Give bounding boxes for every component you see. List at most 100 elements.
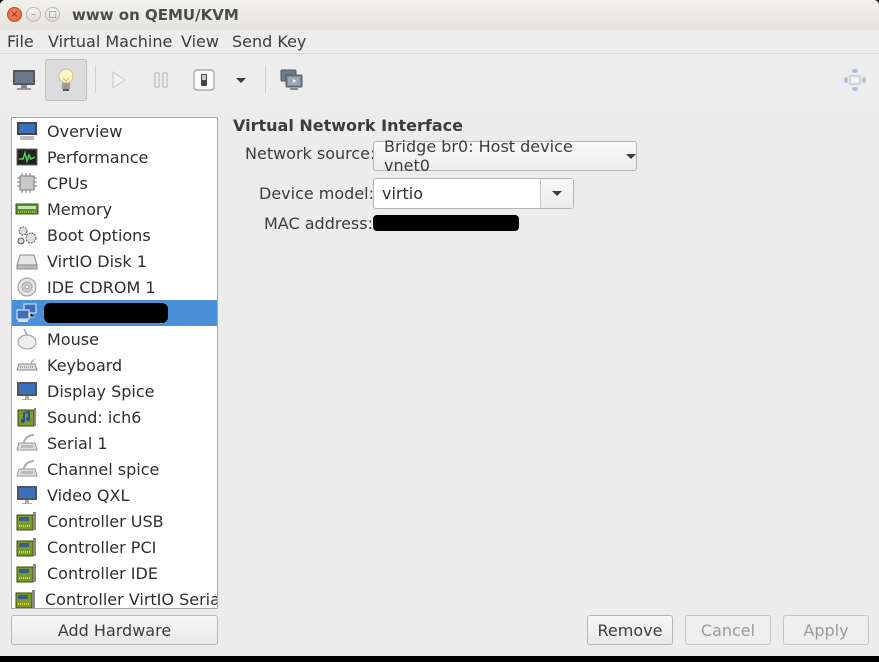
chevron-down-icon [552, 191, 562, 196]
close-icon: × [10, 9, 19, 20]
remove-button[interactable]: Remove [587, 615, 673, 645]
hardware-item-label: Controller VirtIO Serial [45, 589, 218, 609]
cancel-button[interactable]: Cancel [685, 615, 771, 645]
hardware-item-label: Serial 1 [47, 433, 108, 453]
maximize-window-button[interactable]: □ [45, 7, 60, 22]
hardware-item-memory[interactable]: Memory [12, 196, 217, 222]
hardware-item-label: Performance [47, 147, 149, 167]
hardware-item-label: Display Spice [47, 381, 155, 401]
title-bar: × – □ www on QEMU/KVM [0, 0, 879, 30]
hardware-item-label: Mouse [47, 329, 99, 349]
controller-card-icon [15, 590, 35, 608]
hardware-item-label: Controller IDE [47, 563, 158, 583]
snapshots-icon [280, 69, 303, 90]
hardware-item-controller-usb[interactable]: Controller USB [12, 508, 217, 534]
vm-details-window: × – □ www on QEMU/KVM File Virtual Machi… [0, 0, 879, 656]
chevron-down-icon [626, 153, 636, 159]
chevron-down-icon [236, 77, 246, 83]
toolbar-separator [95, 65, 96, 93]
snapshots-button[interactable] [271, 59, 313, 101]
device-model-label: Device model: [259, 184, 375, 203]
hardware-item-controller-virtio-serial[interactable]: Controller VirtIO Serial [12, 586, 218, 609]
performance-graph-icon [16, 148, 38, 166]
device-model-dropdown-button[interactable] [540, 179, 573, 208]
resize-arrows-icon [844, 69, 866, 91]
network-source-label: Network source: [245, 144, 376, 163]
hardware-item-controller-pci[interactable]: Controller PCI [12, 534, 217, 560]
add-hardware-button[interactable]: Add Hardware [11, 615, 218, 645]
close-window-button[interactable]: × [7, 7, 22, 22]
hardware-item-label: VirtIO Disk 1 [47, 251, 147, 271]
hardware-item-sound[interactable]: Sound: ich6 [12, 404, 217, 430]
hardware-item-keyboard[interactable]: Keyboard [12, 352, 217, 378]
pause-button[interactable] [140, 59, 182, 101]
hardware-item-label: Memory [47, 199, 113, 219]
details-view-button[interactable] [45, 59, 87, 101]
hardware-item-channel-spice[interactable]: Channel spice [12, 456, 217, 482]
hardware-item-nic-selected[interactable] [12, 300, 217, 326]
menu-view[interactable]: View [181, 32, 219, 51]
device-model-input[interactable]: virtio [374, 179, 540, 208]
hardware-item-label: Boot Options [47, 225, 151, 245]
hardware-item-label: Sound: ich6 [47, 407, 142, 427]
display-icon [17, 486, 37, 504]
display-icon [17, 382, 37, 400]
hardware-item-label: Channel spice [47, 459, 160, 479]
lightbulb-icon [58, 68, 74, 91]
hardware-item-boot-options[interactable]: Boot Options [12, 222, 217, 248]
hardware-item-label: Overview [47, 121, 123, 141]
menu-file[interactable]: File [7, 32, 34, 51]
section-title: Virtual Network Interface [233, 116, 463, 135]
mac-address-value-redacted [373, 215, 519, 231]
minimize-icon: – [31, 9, 36, 20]
hardware-item-label: Controller USB [47, 511, 164, 531]
redacted-label [44, 303, 168, 323]
hard-disk-icon [16, 254, 38, 270]
hardware-item-label: Keyboard [47, 355, 123, 375]
network-icon [16, 303, 37, 322]
maximize-icon: □ [48, 10, 57, 20]
apply-button[interactable]: Apply [783, 615, 869, 645]
hardware-item-display-spice[interactable]: Display Spice [12, 378, 217, 404]
network-source-dropdown[interactable]: Bridge br0: Host device vnet0 [373, 137, 637, 175]
memory-module-icon [15, 203, 39, 215]
play-icon [112, 71, 126, 89]
menu-send-key[interactable]: Send Key [232, 32, 306, 51]
controller-card-icon [16, 512, 36, 531]
cpu-chip-icon [17, 173, 37, 193]
mouse-icon [17, 328, 37, 350]
window-title: www on QEMU/KVM [72, 6, 239, 24]
hardware-item-mouse[interactable]: Mouse [12, 326, 217, 352]
hardware-item-video-qxl[interactable]: Video QXL [12, 482, 217, 508]
hardware-item-virtio-disk[interactable]: VirtIO Disk 1 [12, 248, 217, 274]
menu-virtual-machine[interactable]: Virtual Machine [48, 32, 172, 51]
hardware-item-label: IDE CDROM 1 [47, 277, 156, 297]
hardware-item-label: Controller PCI [47, 537, 157, 557]
hardware-item-ide-cdrom[interactable]: IDE CDROM 1 [12, 274, 217, 300]
hardware-item-label: CPUs [47, 173, 88, 193]
network-source-value: Bridge br0: Host device vnet0 [384, 137, 573, 175]
monitor-icon [13, 70, 35, 90]
hardware-item-serial[interactable]: Serial 1 [12, 430, 217, 456]
monitor-icon [17, 122, 37, 140]
hardware-item-label: Video QXL [47, 485, 130, 505]
hardware-list[interactable]: Overview Performance CPUs Memory Boot Op… [11, 117, 218, 609]
pause-icon [154, 72, 168, 88]
hardware-item-cpus[interactable]: CPUs [12, 170, 217, 196]
sound-card-icon [17, 408, 36, 427]
hardware-item-overview[interactable]: Overview [12, 118, 217, 144]
minimize-window-button[interactable]: – [26, 7, 41, 22]
fullscreen-button[interactable] [834, 59, 876, 101]
shutdown-button[interactable] [183, 59, 225, 101]
shutdown-menu-button[interactable] [220, 59, 262, 101]
run-button[interactable] [98, 59, 140, 101]
console-view-button[interactable] [3, 59, 45, 101]
hardware-item-performance[interactable]: Performance [12, 144, 217, 170]
device-model-combo[interactable]: virtio [373, 178, 574, 209]
controller-card-icon [16, 564, 36, 583]
gears-icon [17, 226, 37, 245]
serial-port-icon [16, 434, 38, 451]
hardware-item-controller-ide[interactable]: Controller IDE [12, 560, 217, 586]
cdrom-icon [17, 277, 37, 297]
toolbar-separator [265, 65, 266, 93]
